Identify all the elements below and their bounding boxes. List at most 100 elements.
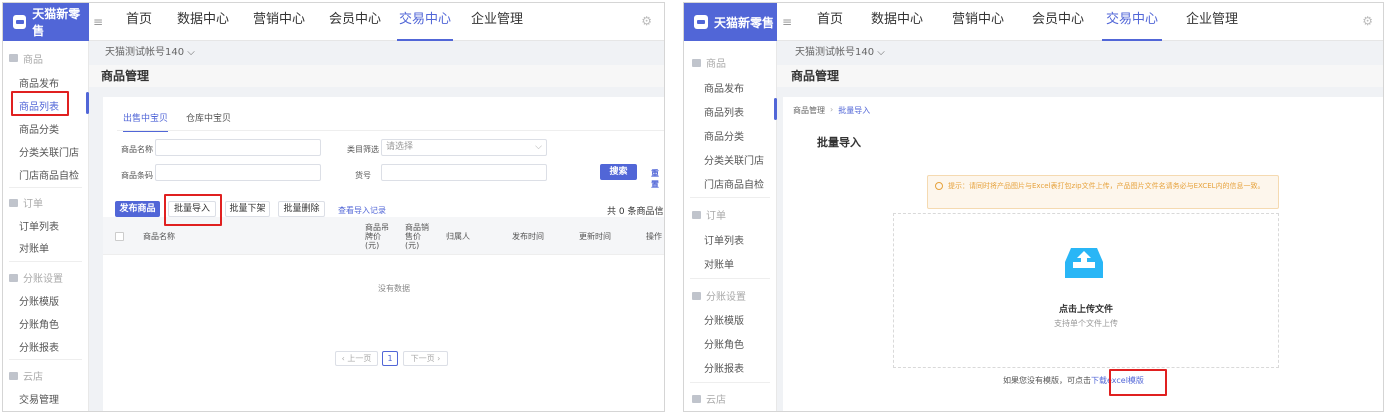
notice-text: 提示：请同时将产品图片与Excel表打包zip文件上传，产品图片文件名请务必与E… <box>948 182 1265 190</box>
chevron-right-icon: › <box>830 105 834 114</box>
category-select[interactable]: 请选择 ⌵ <box>381 139 547 156</box>
sidebar-item-split-report[interactable]: 分账报表 <box>688 360 744 375</box>
sidebar-item-category-store[interactable]: 分类关联门店 <box>688 152 764 167</box>
sidebar: 商品 商品发布 商品列表 商品分类 分类关联门店 门店商品自检 订单 订单列表 … <box>684 41 777 411</box>
sidebar-item-category[interactable]: 商品分类 <box>3 121 59 136</box>
breadcrumb-product-management[interactable]: 商品管理 <box>793 105 825 116</box>
nav-member-center[interactable]: 会员中心 <box>1018 3 1098 41</box>
batch-delist-button[interactable]: 批量下架 <box>225 201 270 217</box>
next-page-button[interactable]: 下一页 › <box>403 351 448 366</box>
sidebar-group-split: 分账设置 <box>686 288 746 303</box>
col-owner: 归属人 <box>446 232 470 241</box>
sidebar-divider <box>9 261 82 262</box>
top-nav: 首页 数据中心 营销中心 会员中心 交易中心 企业管理 <box>810 3 1258 41</box>
barcode-input[interactable] <box>155 164 321 181</box>
nav-marketing-center[interactable]: 营销中心 <box>938 3 1018 41</box>
nav-home[interactable]: 首页 <box>810 3 850 41</box>
page-number-button[interactable]: 1 <box>382 351 398 366</box>
nav-enterprise-management[interactable]: 企业管理 <box>1166 3 1258 41</box>
order-icon <box>692 210 701 219</box>
top-nav: 首页 数据中心 营销中心 会员中心 交易中心 企业管理 <box>119 3 537 41</box>
sidebar-divider <box>690 197 770 198</box>
sidebar-item-publish[interactable]: 商品发布 <box>3 75 59 90</box>
batch-delete-button[interactable]: 批量删除 <box>278 201 325 217</box>
search-button[interactable]: 搜索 <box>600 164 637 180</box>
nav-enterprise-management[interactable]: 企业管理 <box>457 3 537 41</box>
sidebar-item-split-report[interactable]: 分账报表 <box>3 339 59 354</box>
sidebar-item-store-check[interactable]: 门店商品自检 <box>688 176 764 191</box>
sidebar-group-cloud: 云店 <box>3 368 43 383</box>
highlight-download-template <box>1109 369 1167 396</box>
bag-icon <box>9 54 18 62</box>
sidebar-group-product: 商品 <box>686 55 726 70</box>
upload-title: 点击上传文件 <box>1058 305 1113 315</box>
batch-import-card: 商品管理 › 批量导入 批量导入 提示：请同时将产品图片与Excel表打包zip… <box>783 97 1383 411</box>
order-icon <box>9 198 18 207</box>
account-switcher[interactable]: 天猫测试帐号140 ⌵ <box>777 41 1383 65</box>
brand-logo[interactable]: 天猫新零售 <box>684 3 777 41</box>
sidebar-group-order: 订单 <box>3 195 43 210</box>
nav-member-center[interactable]: 会员中心 <box>317 3 393 41</box>
chevron-down-icon: ⌵ <box>535 142 542 152</box>
col-sale-price: 商品销 售价 (元) <box>405 223 429 250</box>
nav-data-center[interactable]: 数据中心 <box>165 3 241 41</box>
sidebar-item-statement[interactable]: 对账单 <box>3 240 49 255</box>
col-tag-price: 商品吊 牌价 (元) <box>365 223 389 250</box>
menu-icon[interactable]: ≡ <box>782 15 792 29</box>
sidebar-item-publish[interactable]: 商品发布 <box>688 80 744 95</box>
store-icon <box>13 15 27 29</box>
gear-icon[interactable]: ⚙ <box>641 14 652 28</box>
store-icon <box>694 15 708 29</box>
sidebar-item-split-template[interactable]: 分账模版 <box>3 293 59 308</box>
sidebar-item-category[interactable]: 商品分类 <box>688 128 744 143</box>
sidebar-item-order-list[interactable]: 订单列表 <box>688 232 744 247</box>
upload-dropzone[interactable]: 点击上传文件 支持单个文件上传 <box>893 213 1279 368</box>
brand-logo[interactable]: 天猫新零售 <box>3 3 89 41</box>
col-update-time: 更新时间 <box>579 232 611 241</box>
tab-on-sale[interactable]: 出售中宝贝 <box>123 111 169 132</box>
sku-input[interactable] <box>381 164 547 181</box>
sidebar-item-split-role[interactable]: 分账角色 <box>3 316 59 331</box>
sidebar-item-order-list[interactable]: 订单列表 <box>3 218 59 233</box>
sidebar-group-cloud: 云店 <box>686 391 726 406</box>
chart-icon <box>692 291 701 300</box>
nav-trade-center[interactable]: 交易中心 <box>1102 3 1162 41</box>
sidebar-item-split-template[interactable]: 分账模版 <box>688 312 744 327</box>
product-name-input[interactable] <box>155 139 321 156</box>
nav-trade-center[interactable]: 交易中心 <box>397 3 453 41</box>
select-all-checkbox[interactable] <box>115 232 124 241</box>
highlight-product-list <box>11 91 69 116</box>
main-content: 天猫测试帐号140 ⌵ 商品管理 出售中宝贝 仓库中宝贝 商品名称 类目筛选 请… <box>89 41 664 411</box>
sidebar-item-trade-management[interactable]: 交易管理 <box>3 391 59 406</box>
sidebar-item-statement[interactable]: 对账单 <box>688 256 734 271</box>
prev-page-button[interactable]: ‹ 上一页 <box>335 351 378 366</box>
sidebar-item-category-store[interactable]: 分类关联门店 <box>3 144 79 159</box>
tab-warehouse[interactable]: 仓库中宝贝 <box>186 111 231 132</box>
sidebar-group-product: 商品 <box>3 41 88 75</box>
col-operation: 操作 <box>646 232 662 241</box>
sidebar-item-store-check[interactable]: 门店商品自检 <box>3 167 79 182</box>
nav-marketing-center[interactable]: 营销中心 <box>241 3 317 41</box>
tab-divider <box>117 130 664 131</box>
nav-home[interactable]: 首页 <box>119 3 159 41</box>
reset-button[interactable]: 重置 <box>651 168 664 190</box>
publish-product-button[interactable]: 发布商品 <box>115 201 160 217</box>
sidebar-divider <box>9 359 82 360</box>
breadcrumb-batch-import: 批量导入 <box>838 106 871 115</box>
import-log-link[interactable]: 查看导入记录 <box>338 205 386 216</box>
notice-banner: 提示：请同时将产品图片与Excel表打包zip文件上传，产品图片文件名请务必与E… <box>927 175 1279 209</box>
sidebar-item-split-role[interactable]: 分账角色 <box>688 336 744 351</box>
product-name-label: 商品名称 <box>121 145 153 154</box>
chart-icon <box>9 273 18 282</box>
cloud-icon <box>692 394 701 403</box>
product-list-screen: 天猫新零售 ≡ 首页 数据中心 营销中心 会员中心 交易中心 企业管理 ⚙ 商品… <box>2 2 665 412</box>
sidebar-divider <box>9 187 82 188</box>
cloud-icon <box>9 371 18 380</box>
nav-data-center[interactable]: 数据中心 <box>856 3 938 41</box>
menu-icon[interactable]: ≡ <box>93 15 103 29</box>
sidebar-item-product-list[interactable]: 商品列表 <box>688 104 744 119</box>
account-switcher[interactable]: 天猫测试帐号140 ⌵ <box>89 41 664 65</box>
page-title: 商品管理 <box>89 65 664 87</box>
top-bar: 天猫新零售 ≡ 首页 数据中心 营销中心 会员中心 交易中心 企业管理 ⚙ <box>3 3 664 41</box>
gear-icon[interactable]: ⚙ <box>1362 14 1373 28</box>
